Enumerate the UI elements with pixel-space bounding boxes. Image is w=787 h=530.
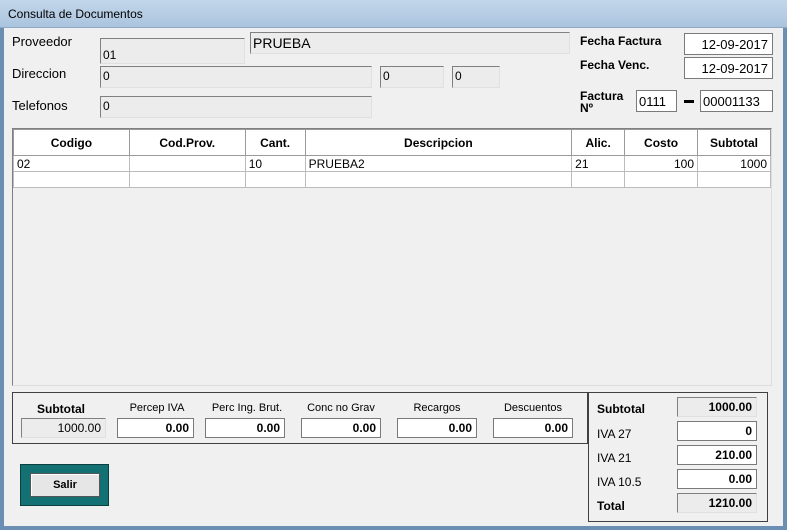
column-header[interactable]: Cant. — [244, 129, 306, 156]
cell-descripcion[interactable]: PRUEBA2 — [304, 155, 573, 172]
factura-label-line2: Nº — [580, 101, 594, 115]
form-body: Proveedor 01 PRUEBA Direccion 0 0 0 Tele… — [4, 28, 783, 526]
summary-subtotal-field[interactable]: 1000.00 — [677, 397, 757, 417]
conc-no-grav-label: Conc no Grav — [307, 402, 375, 414]
descuentos-field[interactable]: 0.00 — [493, 418, 573, 438]
cell-descripcion[interactable] — [304, 171, 573, 188]
salir-button-frame: Salir — [20, 464, 109, 506]
factura-separator — [684, 100, 694, 103]
totals-bar: Subtotal 1000.00 Percep IVA 0.00 Perc In… — [12, 392, 588, 444]
perc-ib-field[interactable]: 0.00 — [205, 418, 285, 438]
iva27-label: IVA 27 — [597, 427, 632, 441]
recargos-field[interactable]: 0.00 — [397, 418, 477, 438]
cell-cod-prov[interactable] — [128, 155, 246, 172]
cell-codigo[interactable]: 02 — [13, 155, 130, 172]
fecha-factura-field[interactable]: 12-09-2017 — [684, 33, 773, 55]
direccion-field-3[interactable]: 0 — [452, 66, 500, 88]
direccion-field[interactable]: 0 — [100, 66, 372, 88]
window: Consulta de Documentos Proveedor 01 PRUE… — [0, 0, 787, 530]
cell-alic[interactable]: 21 — [571, 155, 626, 172]
fecha-factura-label: Fecha Factura — [580, 34, 662, 48]
table-row[interactable]: 02 10 PRUEBA2 21 100 1000 — [13, 155, 771, 172]
total-field[interactable]: 1210.00 — [677, 493, 757, 513]
cell-cant[interactable]: 10 — [244, 155, 306, 172]
table-row[interactable] — [13, 171, 771, 188]
subtotal-bar-label: Subtotal — [37, 402, 85, 416]
column-header[interactable]: Cod.Prov. — [128, 129, 246, 156]
column-header[interactable]: Alic. — [571, 129, 626, 156]
column-header[interactable]: Descripcion — [304, 129, 573, 156]
proveedor-code-field[interactable]: 01 — [100, 38, 245, 64]
conc-no-grav-field[interactable]: 0.00 — [301, 418, 381, 438]
iva21-label: IVA 21 — [597, 451, 632, 465]
cell-cod-prov[interactable] — [128, 171, 246, 188]
descuentos-label: Descuentos — [503, 402, 563, 414]
salir-button[interactable]: Salir — [30, 473, 100, 497]
column-header[interactable]: Subtotal — [697, 129, 771, 156]
iva21-field[interactable]: 210.00 — [677, 445, 757, 465]
iva105-field[interactable]: 0.00 — [677, 469, 757, 489]
items-table: Codigo Cod.Prov. Cant. Descripcion Alic.… — [13, 129, 771, 188]
window-title: Consulta de Documentos — [8, 7, 143, 21]
proveedor-name-field[interactable]: PRUEBA — [250, 32, 570, 54]
factura-pv-field[interactable]: 0111 — [636, 90, 677, 112]
cell-subtotal[interactable]: 1000 — [697, 155, 771, 172]
column-header[interactable]: Codigo — [13, 129, 130, 156]
iva105-label: IVA 10.5 — [597, 475, 642, 489]
recargos-label: Recargos — [413, 402, 461, 414]
cell-alic[interactable] — [571, 171, 626, 188]
iva27-field[interactable]: 0 — [677, 421, 757, 441]
summary-panel: Subtotal 1000.00 IVA 27 0 IVA 21 210.00 … — [588, 392, 768, 522]
cell-subtotal[interactable] — [697, 171, 771, 188]
direccion-label: Direccion — [12, 66, 67, 81]
cell-costo[interactable] — [624, 171, 698, 188]
percep-iva-label: Percep IVA — [129, 402, 185, 414]
title-bar: Consulta de Documentos — [0, 0, 787, 28]
grid-header-row: Codigo Cod.Prov. Cant. Descripcion Alic.… — [13, 129, 771, 156]
summary-subtotal-label: Subtotal — [597, 402, 645, 416]
perc-ib-label: Perc Ing. Brut. — [211, 402, 283, 414]
telefonos-label: Telefonos — [12, 98, 68, 113]
telefonos-field[interactable]: 0 — [100, 96, 372, 118]
fecha-venc-label: Fecha Venc. — [580, 58, 650, 72]
cell-codigo[interactable] — [13, 171, 130, 188]
proveedor-label: Proveedor — [12, 34, 72, 49]
cell-costo[interactable]: 100 — [624, 155, 698, 172]
factura-label: Factura Nº — [580, 90, 623, 114]
total-label: Total — [597, 499, 625, 513]
fecha-venc-field[interactable]: 12-09-2017 — [684, 57, 773, 79]
percep-iva-field[interactable]: 0.00 — [117, 418, 194, 438]
direccion-field-2[interactable]: 0 — [380, 66, 444, 88]
column-header[interactable]: Costo — [624, 129, 698, 156]
subtotal-bar-field[interactable]: 1000.00 — [21, 418, 106, 438]
cell-cant[interactable] — [244, 171, 306, 188]
items-grid[interactable]: Codigo Cod.Prov. Cant. Descripcion Alic.… — [12, 128, 772, 386]
factura-num-field[interactable]: 00001133 — [700, 90, 773, 112]
